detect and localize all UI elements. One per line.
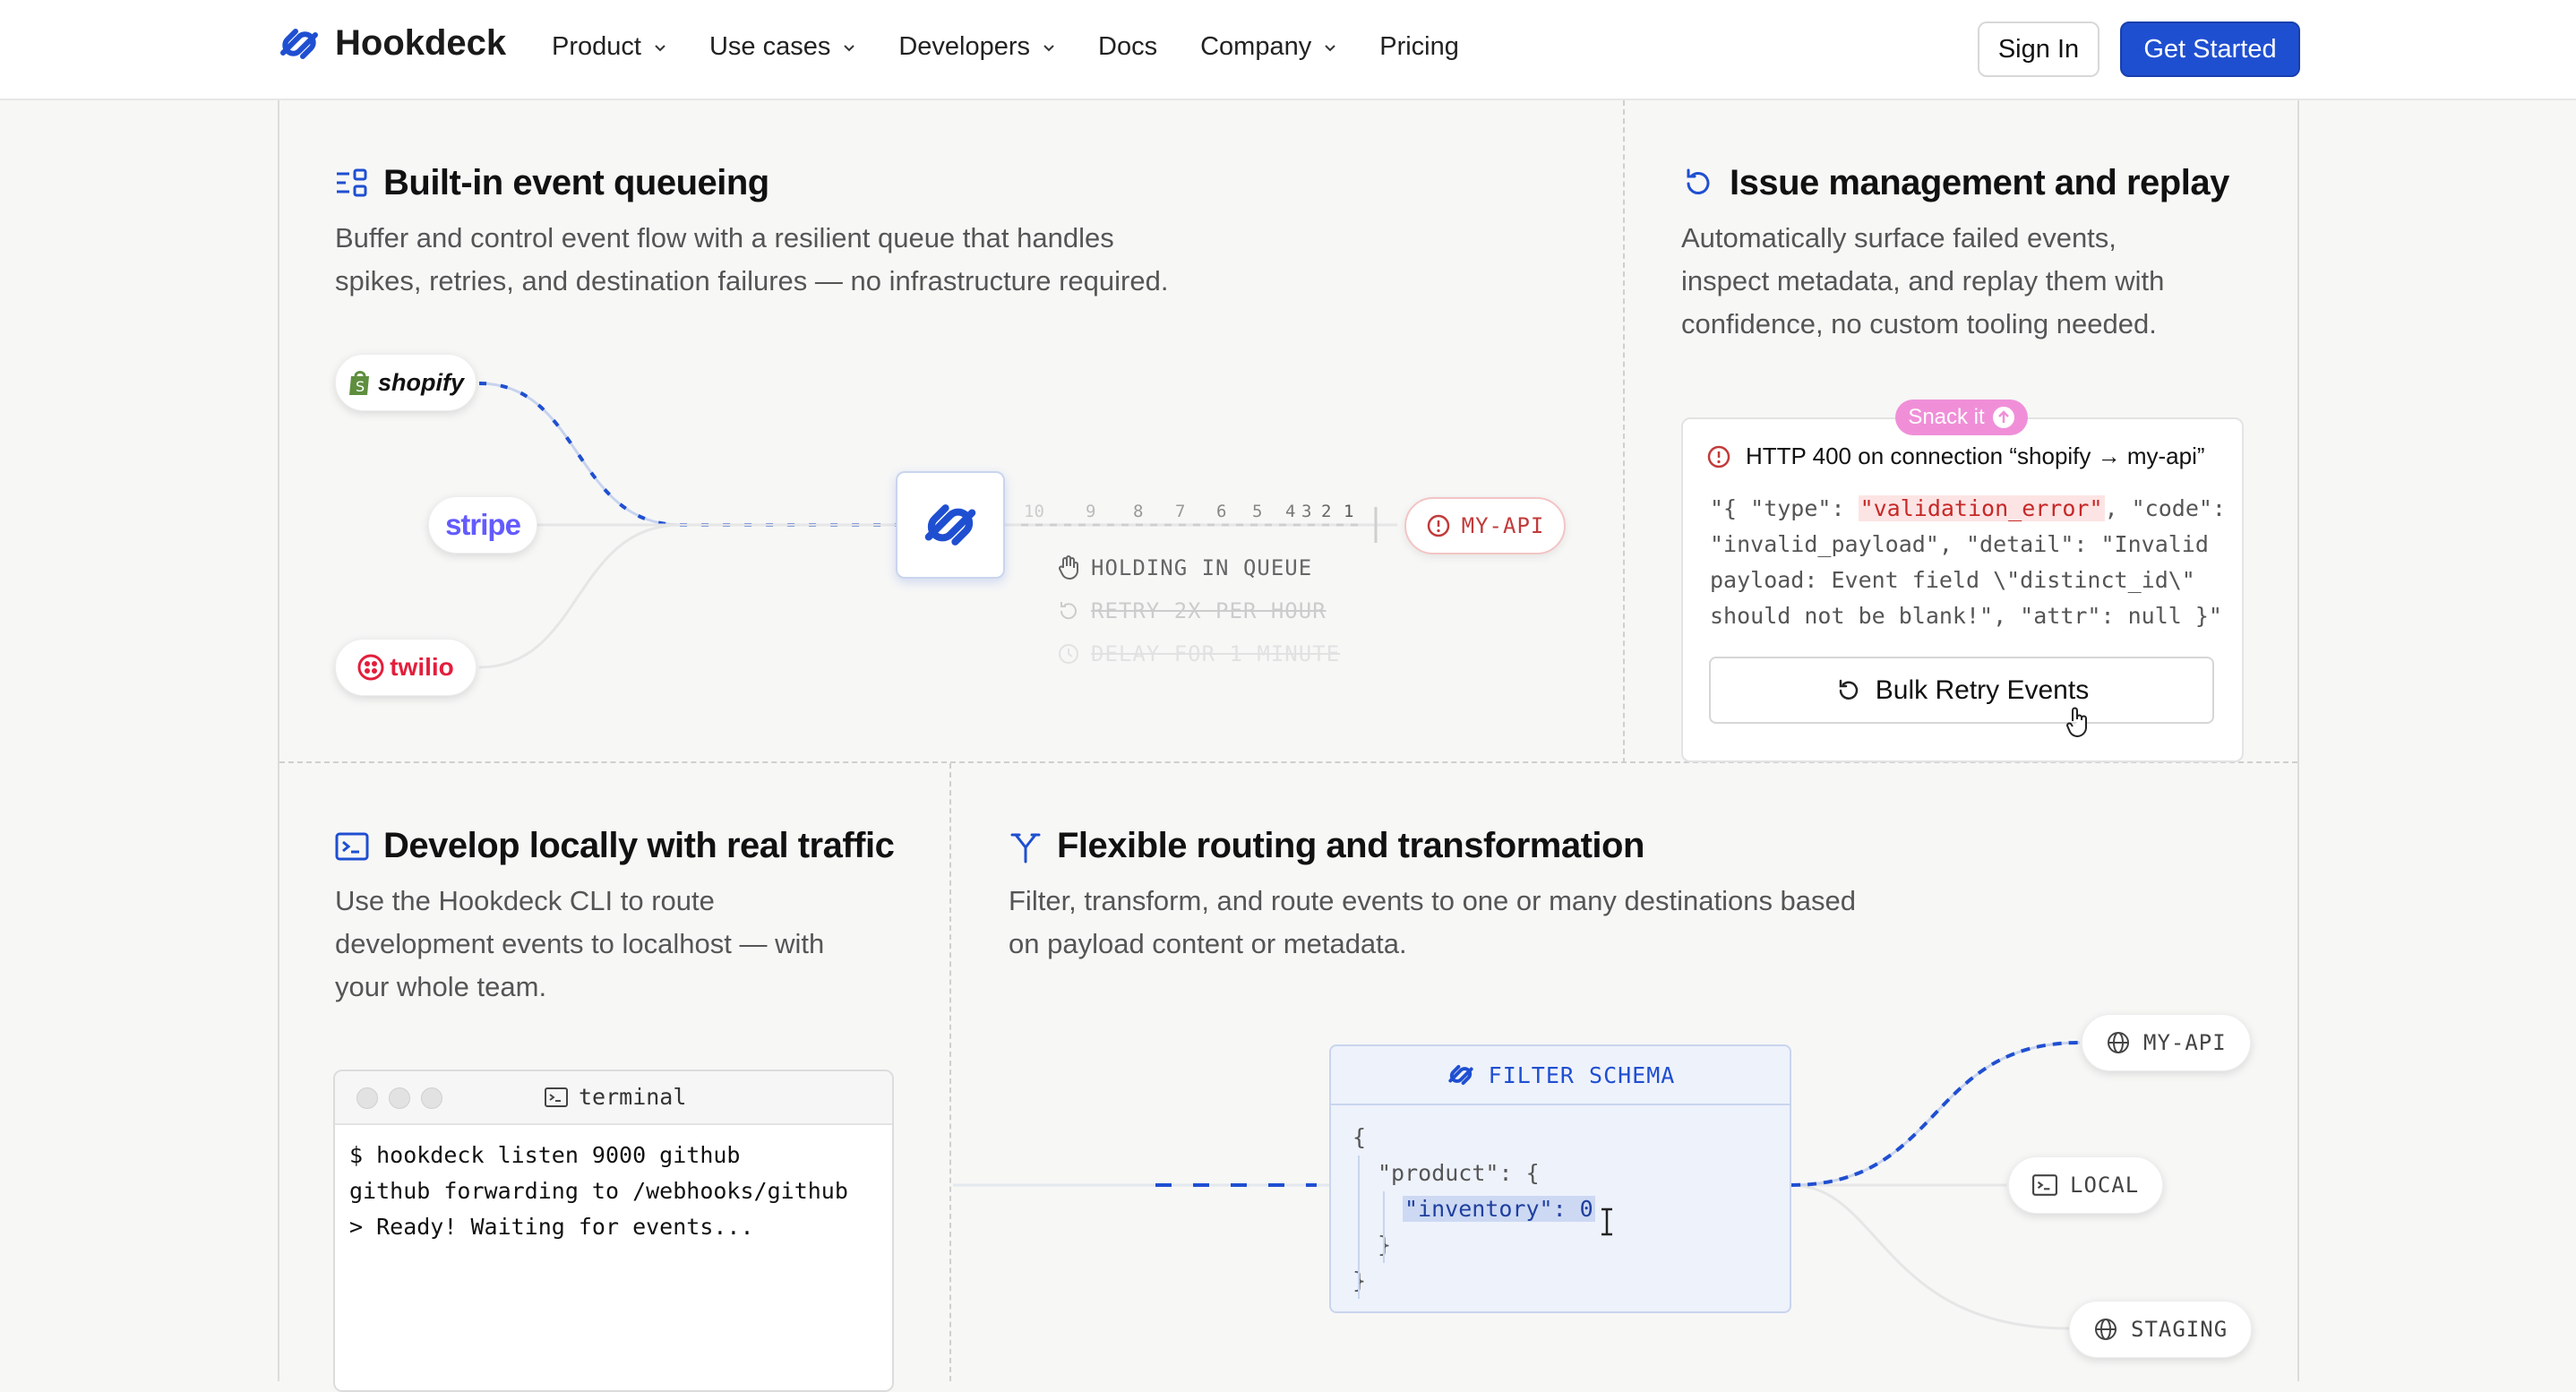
destination-my-api-label: MY-API (2143, 1030, 2227, 1055)
destination-staging-label: STAGING (2131, 1317, 2228, 1342)
schema-selected-text: "inventory": 0 (1403, 1196, 1595, 1222)
schema-line: { (1352, 1124, 1367, 1150)
terminal-icon (2032, 1174, 2057, 1196)
destination-local: LOCAL (2008, 1156, 2164, 1214)
routing-flow-lines (953, 1041, 2081, 1330)
schema-line: } (1352, 1267, 1367, 1293)
globe-icon (2095, 1319, 2117, 1340)
schema-line: "inventory": 0 (1352, 1191, 1768, 1227)
destination-my-api: MY-API (2082, 1014, 2251, 1071)
filter-schema-panel: FILTER SCHEMA { "product": { "inventory"… (1329, 1044, 1791, 1313)
schema-line: "product": { (1378, 1160, 1540, 1186)
indent-guide (1358, 1156, 1360, 1299)
globe-icon (2108, 1032, 2129, 1053)
destination-local-label: LOCAL (2070, 1173, 2140, 1198)
text-cursor-icon (1601, 1207, 1612, 1236)
destination-staging: STAGING (2069, 1301, 2253, 1358)
hookdeck-logo-icon (1448, 1064, 1473, 1086)
filter-schema-title: FILTER SCHEMA (1488, 1061, 1676, 1088)
filter-schema-code[interactable]: { "product": { "inventory": 0 } } (1331, 1105, 1790, 1313)
schema-line: } (1378, 1232, 1392, 1258)
indent-guide (1383, 1191, 1385, 1263)
filter-schema-header: FILTER SCHEMA (1331, 1046, 1790, 1105)
